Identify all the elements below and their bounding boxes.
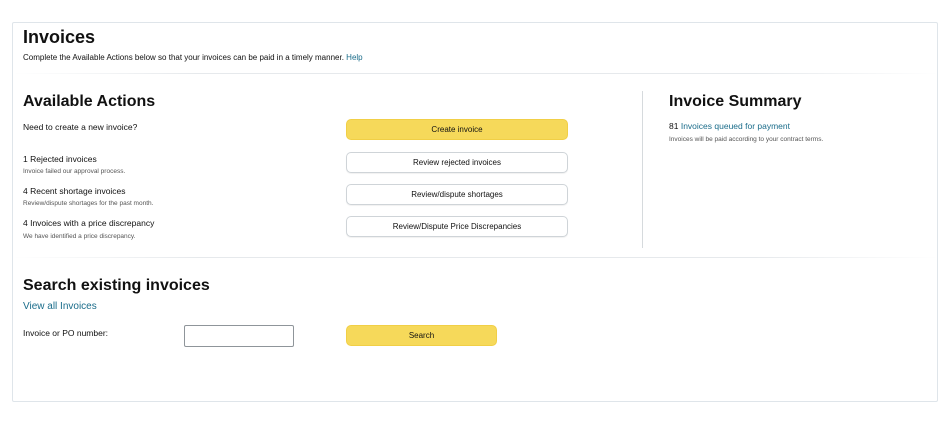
shortage-invoices-label: 4 Recent shortage invoices	[23, 186, 126, 196]
help-link[interactable]: Help	[346, 53, 362, 62]
view-all-invoices-link[interactable]: View all Invoices	[23, 301, 97, 312]
create-invoice-button[interactable]: Create invoice	[346, 119, 568, 140]
queued-count: 81	[669, 121, 679, 131]
review-price-discrepancies-button[interactable]: Review/Dispute Price Discrepancies	[346, 216, 568, 237]
header-divider	[13, 73, 939, 74]
page-title: Invoices	[23, 27, 96, 47]
queued-invoices-line: 81 Invoices queued for payment	[669, 121, 790, 131]
summary-note: Invoices will be paid according to your …	[669, 136, 824, 143]
invoices-panel: Invoices Complete the Available Actions …	[12, 22, 939, 402]
page-subtitle: Complete the Available Actions below so …	[23, 53, 363, 62]
rejected-invoices-hint: Invoice failed our approval process.	[23, 168, 126, 175]
review-rejected-button[interactable]: Review rejected invoices	[346, 152, 568, 173]
invoice-po-input[interactable]	[184, 325, 294, 347]
queued-invoices-link[interactable]: Invoices queued for payment	[681, 121, 790, 131]
actions-divider	[13, 257, 939, 258]
rejected-invoices-label: 1 Rejected invoices	[23, 154, 97, 164]
price-discrepancy-label: 4 Invoices with a price discrepancy	[23, 218, 155, 228]
section-divider	[642, 91, 643, 248]
search-button[interactable]: Search	[346, 325, 497, 346]
review-shortages-button[interactable]: Review/dispute shortages	[346, 184, 568, 205]
create-invoice-label: Need to create a new invoice?	[23, 122, 138, 132]
invoice-summary-heading: Invoice Summary	[669, 93, 802, 110]
invoice-po-label: Invoice or PO number:	[23, 328, 109, 338]
price-discrepancy-hint: We have identified a price discrepancy.	[23, 233, 136, 240]
page-subtitle-text: Complete the Available Actions below so …	[23, 53, 344, 62]
shortage-invoices-hint: Review/dispute shortages for the past mo…	[23, 200, 154, 207]
available-actions-heading: Available Actions	[23, 93, 156, 110]
search-heading: Search existing invoices	[23, 277, 210, 294]
